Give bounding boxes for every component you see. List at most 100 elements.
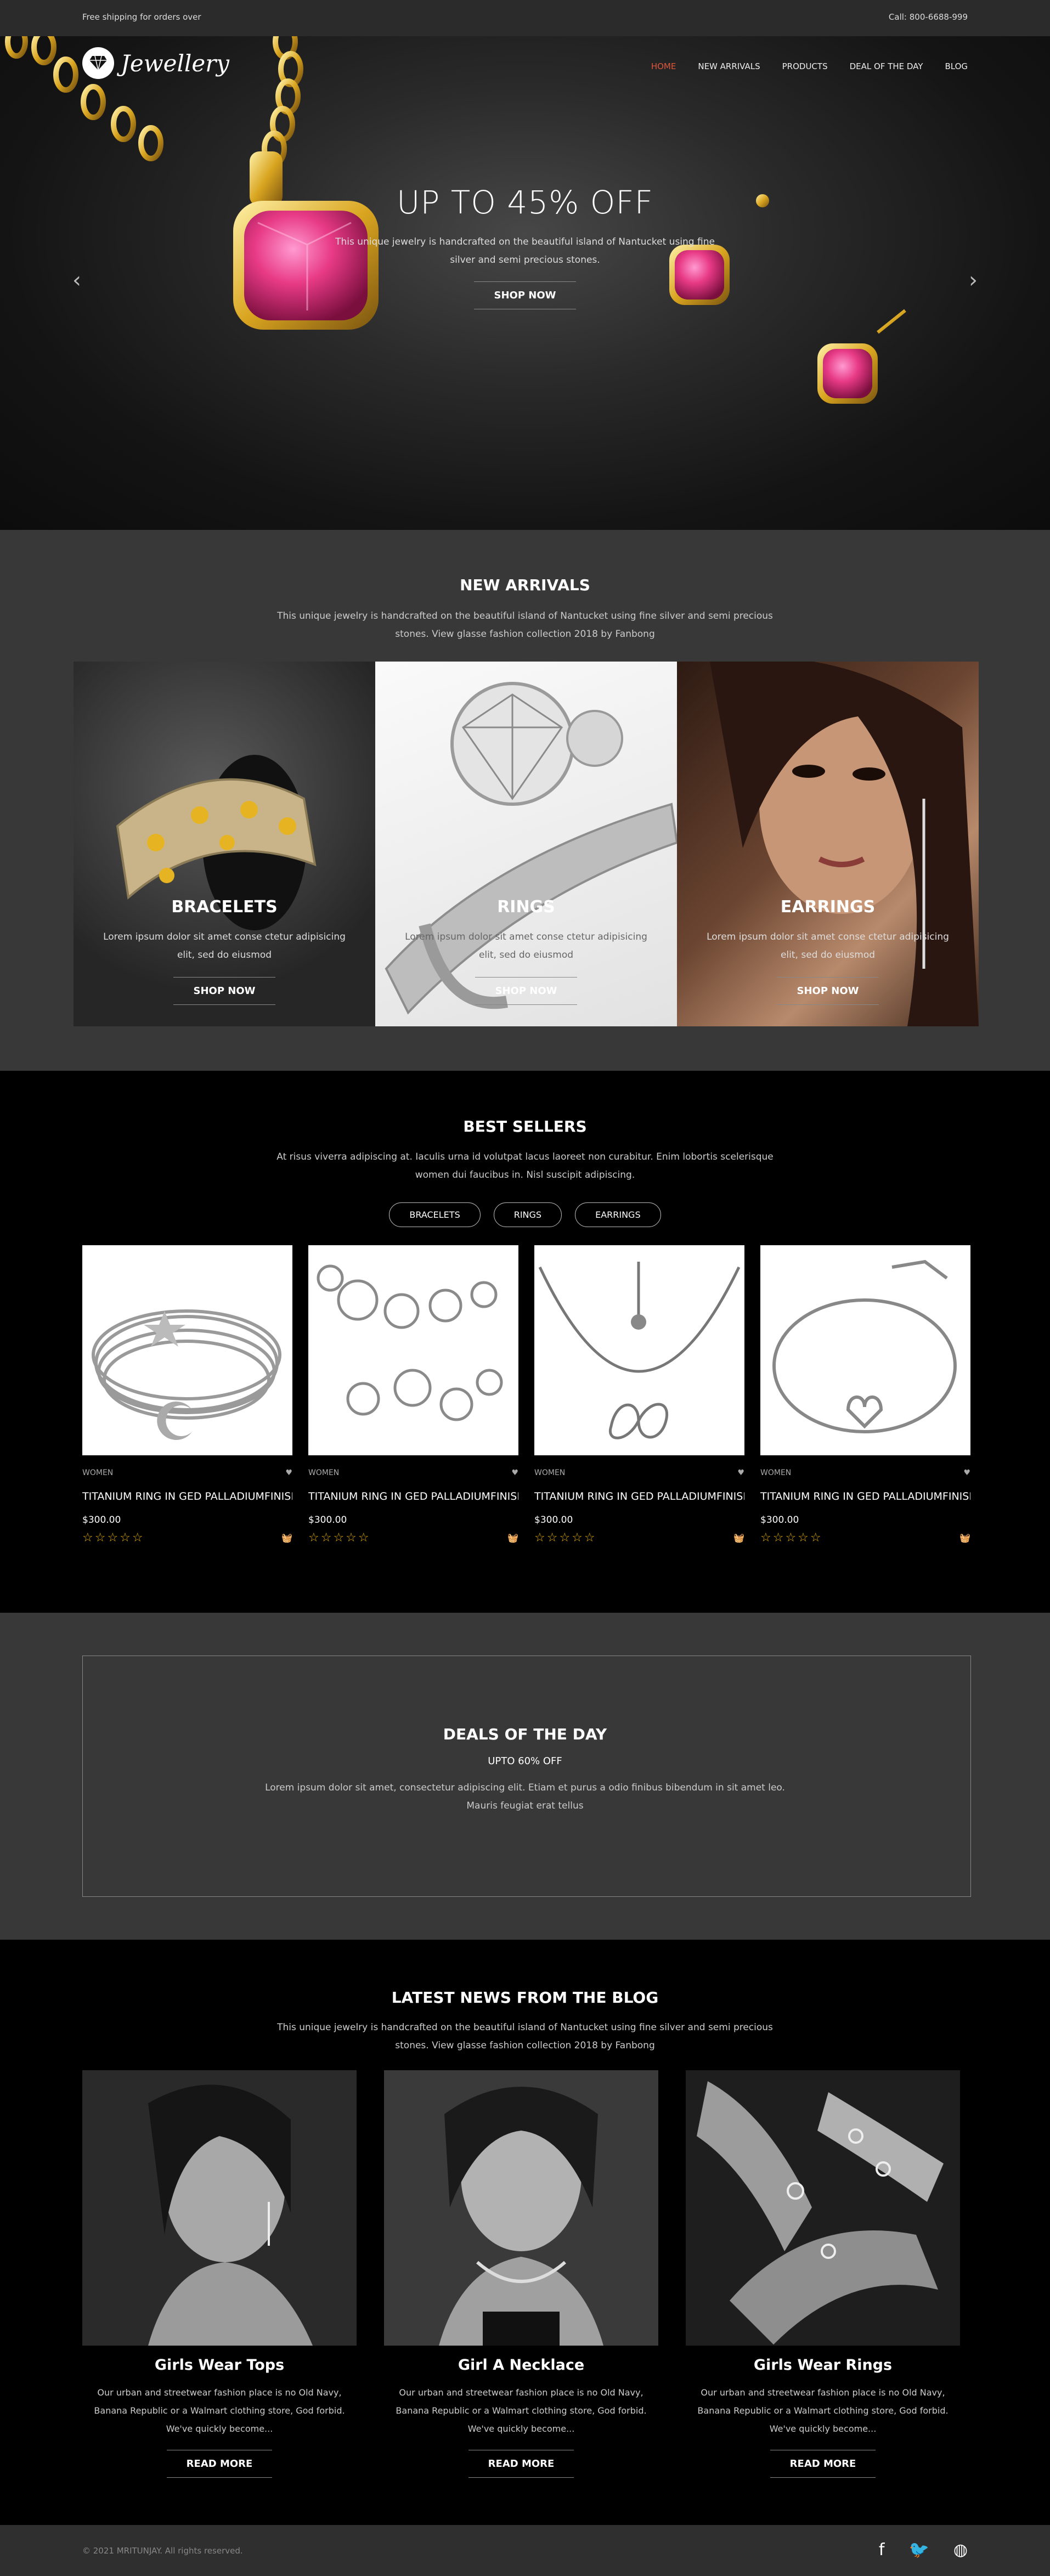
deals-title: DEALS OF THE DAY [443,1725,607,1743]
card-description: Lorem ipsum dolor sit amet conse ctetur … [405,931,647,961]
product-category: WOMEN [308,1468,340,1477]
read-more-button[interactable]: READ MORE [468,2450,574,2478]
twitter-icon[interactable]: 🐦 [908,2540,929,2560]
social-links: f 🐦 ◍ [879,2540,968,2560]
blog-post: Girls Wear Tops Our urban and streetwear… [82,2070,357,2478]
product-card[interactable]: WOMEN ♥ TITANIUM RING IN GED PALLADIUMFIN… [534,1245,744,1545]
filter-rings[interactable]: RINGS [493,1202,562,1227]
card-button-wrap: SHOP NOW [375,977,677,1005]
shop-now-button[interactable]: SHOP NOW [475,977,577,1005]
heart-icon[interactable]: ♥ [285,1468,292,1477]
blog-post-excerpt: Our urban and streetwear fashion place i… [396,2387,647,2434]
card-title: RINGS [497,897,555,917]
main-nav: HOME NEW ARRIVALS PRODUCTS DEAL OF THE D… [651,61,968,71]
nav-deal-of-the-day[interactable]: DEAL OF THE DAY [850,61,923,71]
product-image[interactable] [760,1245,970,1455]
product-card[interactable]: WOMEN ♥ TITANIUM RING IN GED PALLADIUMFIN… [82,1245,292,1545]
product-image[interactable] [308,1245,518,1455]
filter-earrings[interactable]: EARRINGS [575,1202,661,1227]
star-rating[interactable]: ☆☆☆☆☆ [308,1531,371,1545]
nav-products[interactable]: PRODUCTS [782,61,828,71]
category-card-earrings[interactable]: EARRINGS Lorem ipsum dolor sit amet cons… [677,662,979,1026]
ring-image [385,682,677,1015]
category-card-bracelets[interactable]: BRACELETS Lorem ipsum dolor sit amet con… [74,662,375,1026]
deals-description: Lorem ipsum dolor sit amet, consectetur … [265,1782,785,1811]
blog-post-image[interactable] [686,2070,960,2346]
card-description: Lorem ipsum dolor sit amet conse ctetur … [103,931,346,961]
new-arrivals-title: NEW ARRIVALS [460,576,590,594]
phone-number[interactable]: Call: 800-6688-999 [889,12,968,22]
heart-icon[interactable]: ♥ [963,1468,970,1477]
product-name[interactable]: TITANIUM RING IN GED PALLADIUMFINISH ... [760,1490,970,1502]
product-name[interactable]: TITANIUM RING IN GED PALLADIUMFINISH ... [82,1490,292,1502]
chevron-left-icon[interactable]: ‹ [72,268,81,293]
new-arrivals-description: This unique jewelry is handcrafted on th… [277,611,773,640]
filter-bracelets[interactable]: BRACELETS [389,1202,481,1227]
blog-post-title[interactable]: Girls Wear Rings [686,2357,960,2374]
star-rating[interactable]: ☆☆☆☆☆ [760,1531,823,1545]
page: Free shipping for orders over Call: 800-… [0,0,1050,2576]
heart-icon[interactable]: ♥ [737,1468,744,1477]
product-category: WOMEN [534,1468,566,1477]
blog-post-excerpt: Our urban and streetwear fashion place i… [94,2387,345,2434]
hero-shop-now-button[interactable]: SHOP NOW [474,281,576,309]
deals-box [82,1656,971,1897]
facebook-icon[interactable]: f [879,2540,885,2560]
blog-description: This unique jewelry is handcrafted on th… [277,2022,773,2051]
footer: © 2021 MRITUNJAY. All rights reserved. f… [0,2525,1050,2576]
category-card-rings[interactable]: RINGS Lorem ipsum dolor sit amet conse c… [375,662,677,1026]
shop-now-button[interactable]: SHOP NOW [777,977,879,1005]
hero-description: This unique jewelry is handcrafted on th… [335,236,715,265]
blog-post-image[interactable] [82,2070,357,2346]
product-name[interactable]: TITANIUM RING IN GED PALLADIUMFINISH ... [534,1490,744,1502]
basket-icon[interactable]: 🧺 [959,1533,970,1543]
basket-icon[interactable]: 🧺 [507,1533,518,1543]
shop-now-button[interactable]: SHOP NOW [173,977,275,1005]
star-rating[interactable]: ☆☆☆☆☆ [534,1531,597,1545]
product-price: $300.00 [82,1515,121,1526]
blog-post-title[interactable]: Girls Wear Tops [82,2357,357,2374]
basket-icon[interactable]: 🧺 [733,1533,744,1543]
diamond-icon [82,47,114,79]
hero-title: UP TO 45% OFF [396,184,654,221]
dribbble-icon[interactable]: ◍ [953,2540,968,2560]
basket-icon[interactable]: 🧺 [281,1533,292,1543]
card-title: BRACELETS [171,897,278,917]
deals-subtitle: UPTO 60% OFF [488,1755,562,1767]
chevron-right-icon[interactable]: › [969,268,978,293]
product-price: $300.00 [534,1515,573,1526]
blog-post: Girl A Necklace Our urban and streetwear… [384,2070,658,2478]
blog-post-title[interactable]: Girl A Necklace [384,2357,658,2374]
blog-post-excerpt: Our urban and streetwear fashion place i… [697,2387,949,2434]
card-title: EARRINGS [780,897,876,917]
product-image[interactable] [82,1245,292,1455]
product-price: $300.00 [308,1515,347,1526]
product-image[interactable] [534,1245,744,1455]
site-logo[interactable]: Jewellery [82,47,229,79]
product-category: WOMEN [760,1468,792,1477]
nav-new-arrivals[interactable]: NEW ARRIVALS [698,61,760,71]
best-sellers-description: At risus viverra adipiscing at. Iaculis … [276,1151,774,1180]
blog-title: LATEST NEWS FROM THE BLOG [391,1989,659,2007]
copyright: © 2021 MRITUNJAY. All rights reserved. [82,2546,243,2556]
card-button-wrap: SHOP NOW [74,977,375,1005]
blog-post: Girls Wear Rings Our urban and streetwea… [686,2070,960,2478]
shipping-notice: Free shipping for orders over [82,12,201,22]
product-category: WOMEN [82,1468,114,1477]
product-name[interactable]: TITANIUM RING IN GED PALLADIUMFINISH ... [308,1490,518,1502]
best-sellers-title: BEST SELLERS [463,1117,587,1136]
card-button-wrap: SHOP NOW [677,977,979,1005]
product-card[interactable]: WOMEN ♥ TITANIUM RING IN GED PALLADIUMFIN… [760,1245,970,1545]
star-rating[interactable]: ☆☆☆☆☆ [82,1531,145,1545]
hero-shop-now-wrap: SHOP NOW [0,281,1050,309]
bracelet-image [116,755,317,930]
read-more-button[interactable]: READ MORE [770,2450,876,2478]
product-price: $300.00 [760,1515,799,1526]
card-description: Lorem ipsum dolor sit amet conse ctetur … [707,931,949,961]
heart-icon[interactable]: ♥ [511,1468,518,1477]
read-more-button[interactable]: READ MORE [166,2450,273,2478]
nav-blog[interactable]: BLOG [945,61,968,71]
nav-home[interactable]: HOME [651,61,676,71]
blog-post-image[interactable] [384,2070,658,2346]
product-card[interactable]: WOMEN ♥ TITANIUM RING IN GED PALLADIUMFIN… [308,1245,518,1545]
